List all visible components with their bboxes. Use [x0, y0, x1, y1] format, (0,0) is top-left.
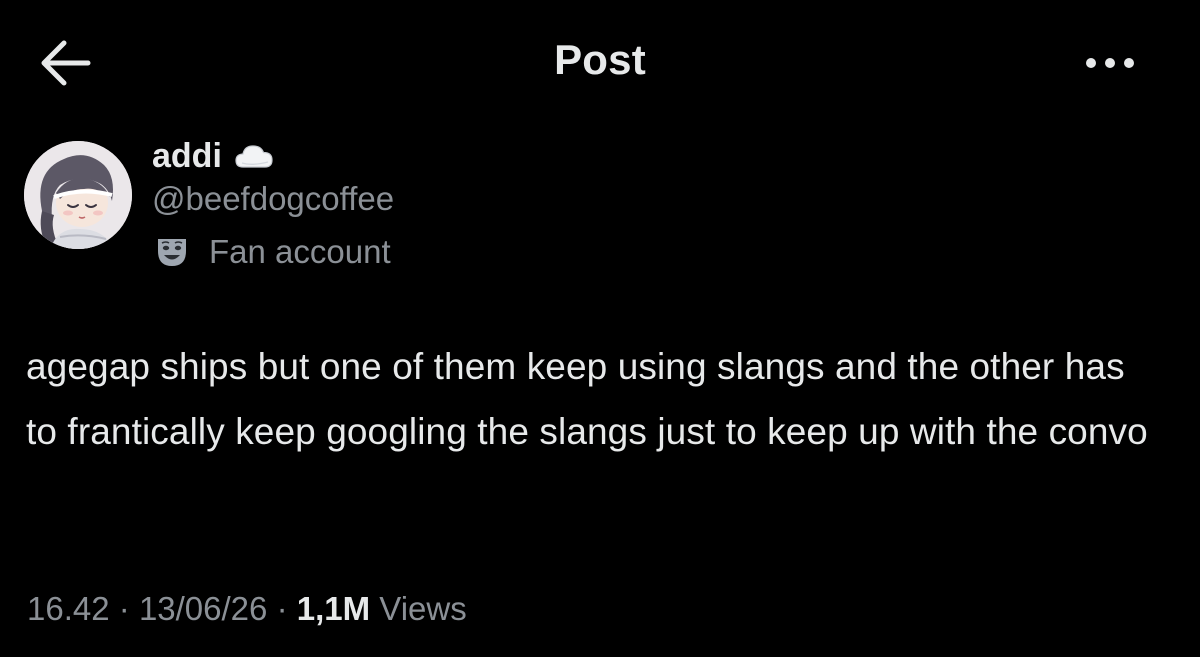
avatar[interactable] [24, 141, 132, 249]
account-label: Fan account [155, 230, 391, 274]
author-name-row[interactable]: addi [152, 134, 274, 178]
post-body-text: agegap ships but one of them keep using … [26, 346, 1148, 452]
cloud-icon [234, 142, 274, 175]
views-label: Views [379, 590, 467, 627]
more-options-button[interactable] [1080, 48, 1140, 78]
post-date[interactable]: 13/06/26 [139, 590, 267, 627]
more-horizontal-icon [1086, 58, 1134, 68]
author-handle[interactable]: @beefdogcoffee [152, 180, 394, 218]
account-label-text: Fan account [209, 233, 391, 270]
top-navigation-bar: Post [0, 0, 1200, 124]
avatar-image [24, 141, 132, 249]
meta-separator: · [118, 590, 130, 627]
views-count[interactable]: 1,1M [297, 590, 370, 627]
theater-masks-icon [155, 235, 189, 269]
page-title: Post [554, 36, 646, 83]
author-display-name[interactable]: addi [152, 137, 222, 176]
post-meta: 16.42 · 13/06/26 · 1,1M Views [27, 590, 467, 628]
meta-separator: · [276, 590, 288, 627]
post-time[interactable]: 16.42 [27, 590, 110, 627]
